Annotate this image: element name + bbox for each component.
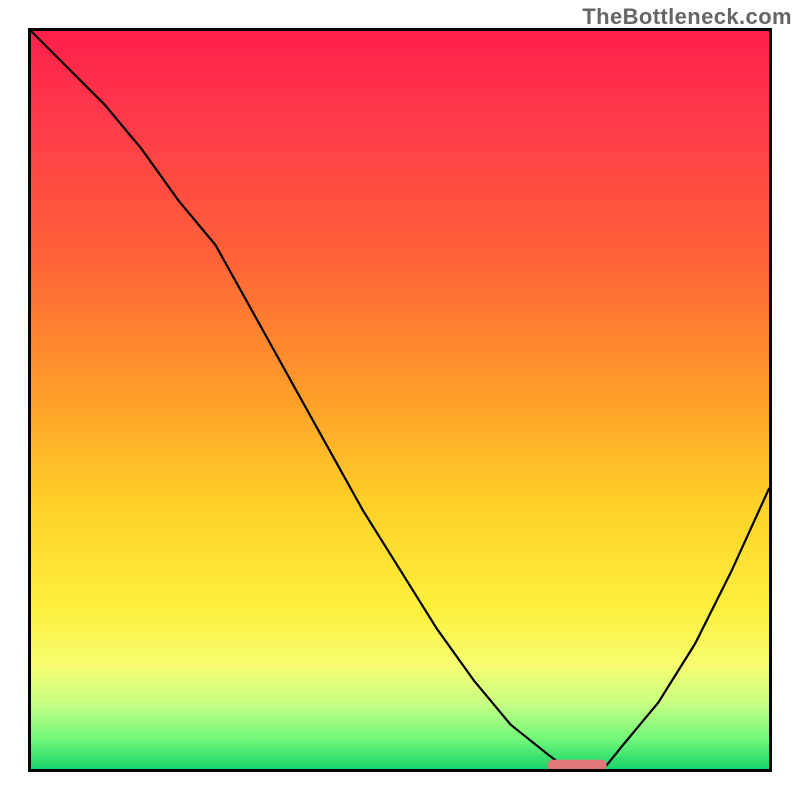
chart-container: TheBottleneck.com	[0, 0, 800, 800]
bottleneck-curve	[31, 31, 769, 765]
trough-marker	[548, 760, 607, 769]
plot-area	[28, 28, 772, 772]
curve-layer	[31, 31, 769, 769]
watermark-text: TheBottleneck.com	[582, 4, 792, 30]
